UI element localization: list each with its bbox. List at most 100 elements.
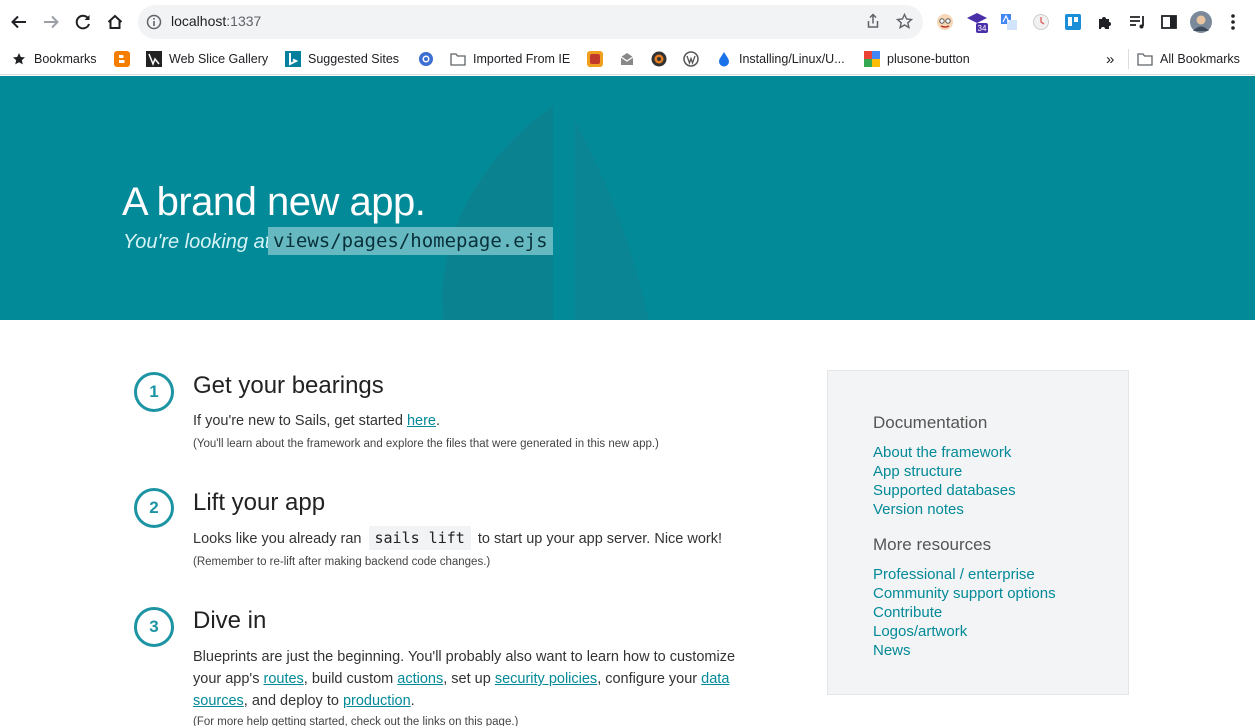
- site-info-icon[interactable]: [146, 14, 162, 35]
- text: If you're new to Sails, get started: [193, 413, 407, 429]
- sails-logo-watermark: [442, 106, 649, 320]
- blogger-icon: [114, 51, 130, 67]
- reading-list-icon[interactable]: [1126, 11, 1148, 33]
- step-text-1: If you're new to Sails, get started here…: [193, 410, 738, 432]
- browser-toolbar: localhost:1337 34: [0, 0, 1255, 44]
- bookmark-mail[interactable]: [619, 49, 635, 69]
- bing-icon: [285, 51, 301, 67]
- version-notes-link[interactable]: Version notes: [873, 501, 964, 518]
- about-framework-link[interactable]: About the framework: [873, 444, 1011, 461]
- bookmark-record[interactable]: [651, 49, 667, 69]
- star-icon: [11, 51, 27, 67]
- bookmark-imported-from-ie[interactable]: Imported From IE: [450, 49, 570, 69]
- web-slice-icon: [146, 51, 162, 67]
- hero-subtitle: You're looking at:: [123, 231, 276, 253]
- bookmark-wordpress[interactable]: [683, 49, 699, 69]
- routes-link[interactable]: routes: [263, 671, 303, 687]
- resources-sidebar: Documentation About the framework App st…: [827, 370, 1129, 695]
- community-support-link[interactable]: Community support options: [873, 585, 1056, 602]
- bookmark-web-slice-gallery[interactable]: Web Slice Gallery: [146, 49, 268, 69]
- share-icon[interactable]: [865, 13, 881, 34]
- extension-trello-icon[interactable]: [1062, 11, 1084, 33]
- wordpress-icon: [683, 51, 699, 67]
- supported-databases-link[interactable]: Supported databases: [873, 482, 1016, 499]
- step-title-2: Lift your app: [193, 489, 326, 516]
- more-resources-heading: More resources: [873, 535, 992, 554]
- bookmark-label: Imported From IE: [473, 52, 571, 66]
- step-number-1: 1: [134, 372, 174, 412]
- step-note-1: (You'll learn about the framework and ex…: [193, 438, 659, 450]
- bookmark-red-app[interactable]: [587, 49, 603, 69]
- address-bar[interactable]: localhost:1337: [138, 5, 923, 39]
- bookmark-globe[interactable]: [418, 49, 434, 69]
- home-icon[interactable]: [102, 9, 128, 35]
- bookmark-label: All Bookmarks: [1160, 52, 1240, 66]
- url-text[interactable]: localhost:1337: [171, 13, 261, 29]
- bookmark-suggested-sites[interactable]: Suggested Sites: [285, 49, 399, 69]
- extension-clock-icon[interactable]: [1030, 11, 1052, 33]
- news-link[interactable]: News: [873, 642, 911, 659]
- text: , build custom: [303, 671, 398, 687]
- bookmark-label: Web Slice Gallery: [169, 52, 269, 66]
- folder-icon: [450, 51, 466, 67]
- chrome-menu-icon[interactable]: [1222, 11, 1244, 33]
- hero-banner: A brand new app. You're looking at: view…: [0, 76, 1255, 320]
- profile-avatar[interactable]: [1190, 11, 1212, 33]
- contribute-link[interactable]: Contribute: [873, 604, 942, 621]
- reload-icon[interactable]: [70, 9, 96, 35]
- step-note-3: (For more help getting started, check ou…: [193, 716, 519, 726]
- bookmark-blogger[interactable]: [114, 49, 130, 69]
- text: , configure your: [597, 671, 702, 687]
- text: .: [410, 693, 415, 709]
- extension-badge: 34: [978, 24, 987, 33]
- step-number-2: 2: [134, 488, 174, 528]
- step-text-3: Blueprints are just the beginning. You'l…: [193, 646, 738, 712]
- bookmark-label: Suggested Sites: [308, 52, 400, 66]
- documentation-heading: Documentation: [873, 413, 988, 432]
- hero-file-path: views/pages/homepage.ejs: [268, 227, 553, 255]
- bookmark-bookmarks[interactable]: Bookmarks: [11, 49, 97, 69]
- step-number-3: 3: [134, 607, 174, 647]
- text: , set up: [443, 671, 495, 687]
- get-started-link[interactable]: here: [407, 413, 436, 429]
- drop-icon: [716, 51, 732, 67]
- extension-face-icon[interactable]: [934, 11, 956, 33]
- professional-enterprise-link[interactable]: Professional / enterprise: [873, 566, 1035, 583]
- google-plus-icon: [864, 51, 880, 67]
- folder-icon: [1137, 51, 1153, 67]
- actions-link[interactable]: actions: [397, 671, 443, 687]
- overflow-chevron-icon: »: [1106, 50, 1115, 68]
- bookmark-label: Bookmarks: [34, 52, 97, 66]
- text: , and deploy to: [243, 693, 343, 709]
- back-arrow-icon[interactable]: [6, 9, 32, 35]
- hero-title: A brand new app.: [122, 180, 426, 224]
- bookmark-label: plusone-button: [887, 52, 970, 66]
- app-structure-link[interactable]: App structure: [873, 463, 962, 480]
- text: Looks like you already ran: [193, 531, 366, 547]
- extension-graduation-icon[interactable]: 34: [966, 11, 988, 33]
- url-host: localhost: [171, 13, 227, 29]
- bookmark-star-icon[interactable]: [895, 12, 914, 35]
- extension-translate-icon[interactable]: [998, 11, 1020, 33]
- extensions-puzzle-icon[interactable]: [1094, 11, 1116, 33]
- step-text-2: Looks like you already ran sails lift to…: [193, 526, 738, 550]
- bookmarks-overflow-button[interactable]: »: [1106, 49, 1114, 69]
- logos-artwork-link[interactable]: Logos/artwork: [873, 623, 967, 640]
- bookmark-installing-linux[interactable]: Installing/Linux/U...: [716, 49, 845, 69]
- bookmarks-bar: Bookmarks Web Slice Gallery Suggested Si…: [0, 44, 1255, 75]
- text: .: [435, 413, 440, 429]
- mail-icon: [619, 51, 635, 67]
- url-port: :1337: [226, 13, 262, 29]
- sails-lift-code: sails lift: [368, 526, 471, 550]
- all-bookmarks-folder[interactable]: All Bookmarks: [1128, 49, 1240, 69]
- forward-arrow-icon[interactable]: [38, 9, 64, 35]
- side-panel-icon[interactable]: [1158, 11, 1180, 33]
- production-link[interactable]: production: [343, 693, 411, 709]
- bookmark-label: Installing/Linux/U...: [739, 52, 845, 66]
- app-icon: [587, 51, 603, 67]
- security-policies-link[interactable]: security policies: [495, 671, 597, 687]
- record-icon: [651, 51, 667, 67]
- bookmark-plusone-button[interactable]: plusone-button: [864, 49, 970, 69]
- step-title-1: Get your bearings: [193, 372, 384, 399]
- text: to start up your app server. Nice work!: [473, 531, 723, 547]
